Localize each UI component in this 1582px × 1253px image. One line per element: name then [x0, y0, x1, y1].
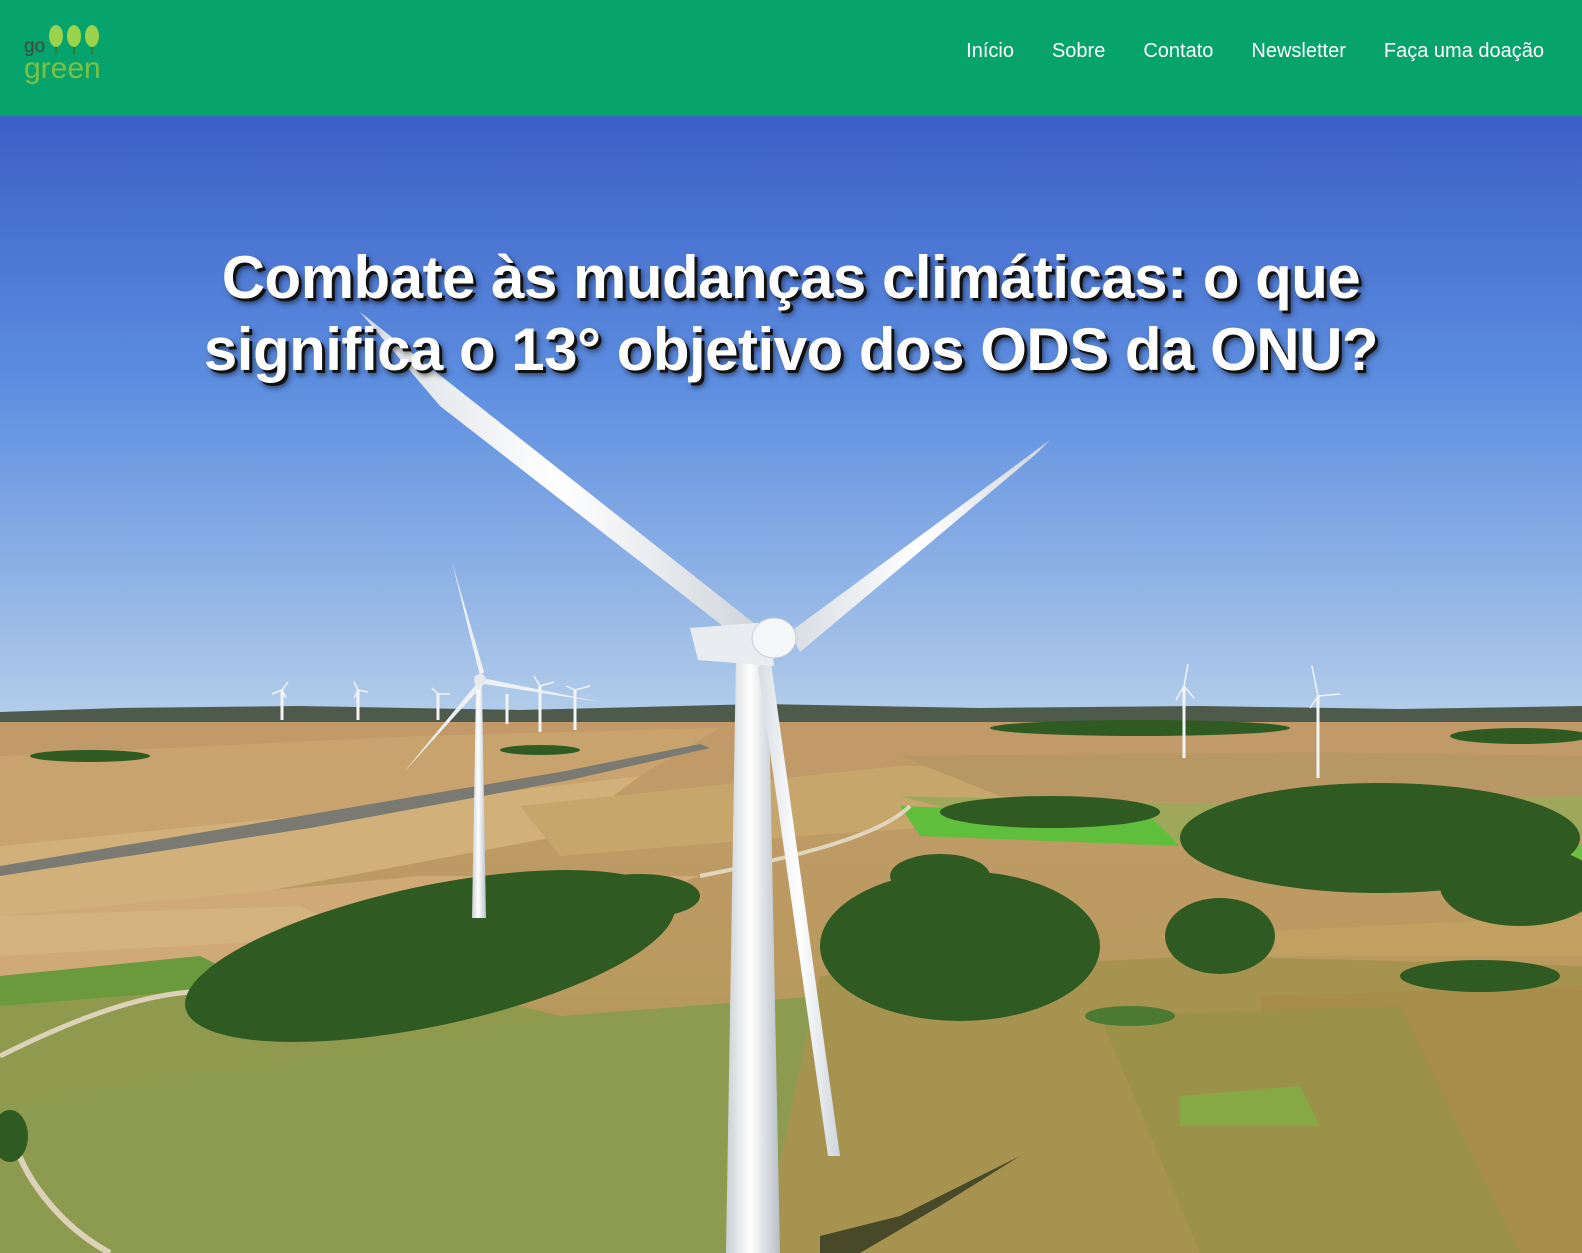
nav-doacao[interactable]: Faça uma doação — [1384, 40, 1544, 63]
nav-sobre[interactable]: Sobre — [1052, 40, 1105, 63]
page: go green go Início Sobre Contato Newslet… — [0, 0, 1582, 1253]
site-header: go green go Início Sobre Contato Newslet… — [0, 0, 1582, 116]
gogreen-logo[interactable]: go green go — [24, 22, 108, 86]
hero-section: Combate às mudanças climáticas: o que si… — [0, 116, 1582, 1253]
nav-contato[interactable]: Contato — [1143, 40, 1213, 63]
logo-text-go: go — [24, 22, 108, 86]
nav-inicio[interactable]: Início — [966, 40, 1014, 63]
main-nav: Início Sobre Contato Newsletter Faça uma… — [966, 40, 1544, 63]
hero-title: Combate às mudanças climáticas: o que si… — [203, 244, 1379, 383]
nav-newsletter[interactable]: Newsletter — [1251, 40, 1345, 63]
